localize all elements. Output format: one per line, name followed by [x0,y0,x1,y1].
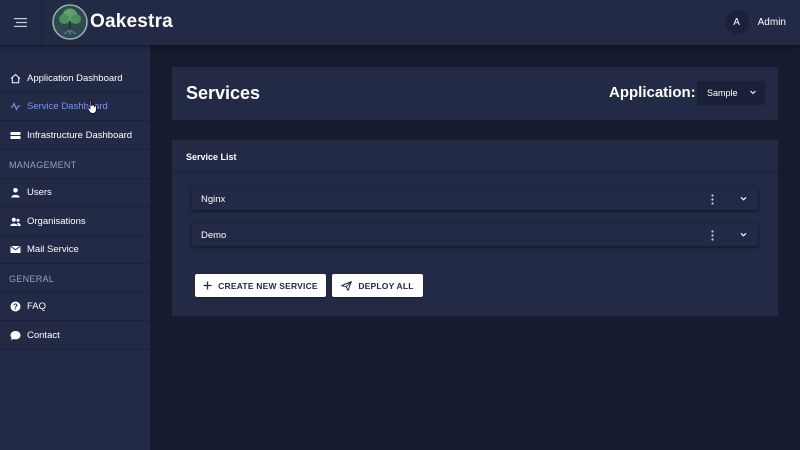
expand-chevron-icon[interactable] [739,230,748,242]
hamburger-icon [14,14,27,32]
section-heading-management: MANAGEMENT [0,151,150,179]
hand-cursor-icon [87,100,98,119]
server-icon [10,130,21,141]
service-list-title: Service List [186,152,237,162]
plus-icon [203,281,212,290]
group-icon [10,216,21,227]
sidebar-item-application-dashboard[interactable]: Application Dashboard [0,65,150,93]
page-title: Services [186,83,261,103]
sidebar-item-label: FAQ [27,301,47,312]
user-menu[interactable]: A Admin [724,10,786,34]
sidebar-item-label: Mail Service [27,244,79,255]
user-icon [10,187,21,198]
application-select[interactable]: Sample [697,81,765,105]
create-new-service-label: CREATE NEW SERVICE [218,280,318,291]
sidebar-item-label: Users [27,187,52,198]
sidebar-item-contact[interactable]: Contact [0,322,150,350]
sidebar-item-organisations[interactable]: Organisations [0,208,150,236]
service-list-panel: Service List Nginx Demo CREATE NEW SERVI… [172,140,778,316]
sidebar: Application Dashboard Service Dashboard … [0,45,150,450]
mail-icon [10,244,21,255]
chat-icon [10,330,21,341]
activity-icon [10,101,21,112]
more-options-icon[interactable] [708,228,716,242]
chevron-down-icon [749,88,757,98]
service-name: Nginx [201,193,226,205]
service-row-demo[interactable]: Demo [192,224,758,246]
top-bar: Oakestra A Admin [0,0,800,45]
sidebar-item-label: Infrastructure Dashboard [27,130,133,141]
application-label: Application: [609,84,696,101]
service-name: Demo [201,229,227,241]
sidebar-item-faq[interactable]: ? FAQ [0,293,150,321]
page-header: Services Application: Sample [172,67,778,120]
svg-text:?: ? [13,302,18,311]
expand-chevron-icon[interactable] [739,194,748,206]
more-options-icon[interactable] [708,192,716,206]
help-icon: ? [10,301,21,312]
deploy-all-button[interactable]: DEPLOY ALL [332,274,423,297]
create-new-service-button[interactable]: CREATE NEW SERVICE [195,274,326,297]
section-heading-general: GENERAL [0,265,150,293]
sidebar-item-mail-service[interactable]: Mail Service [0,236,150,264]
home-icon [10,73,21,84]
divider [172,172,778,173]
deploy-all-label: DEPLOY ALL [358,280,414,291]
user-name: Admin [757,16,786,28]
service-row-nginx[interactable]: Nginx [192,188,758,210]
sidebar-item-label: Application Dashboard [27,73,123,84]
send-icon [341,280,353,291]
sidebar-item-service-dashboard[interactable]: Service Dashboard [0,93,150,121]
sidebar-item-label: Contact [27,330,60,341]
app-brand: Oakestra [90,11,173,32]
sidebar-item-infrastructure-dashboard[interactable]: Infrastructure Dashboard [0,122,150,150]
menu-toggle-button[interactable] [0,0,42,45]
avatar: A [724,10,749,34]
sidebar-item-users[interactable]: Users [0,179,150,207]
oakestra-logo[interactable] [52,4,88,40]
application-select-value: Sample [707,88,738,98]
sidebar-item-label: Organisations [27,216,86,227]
